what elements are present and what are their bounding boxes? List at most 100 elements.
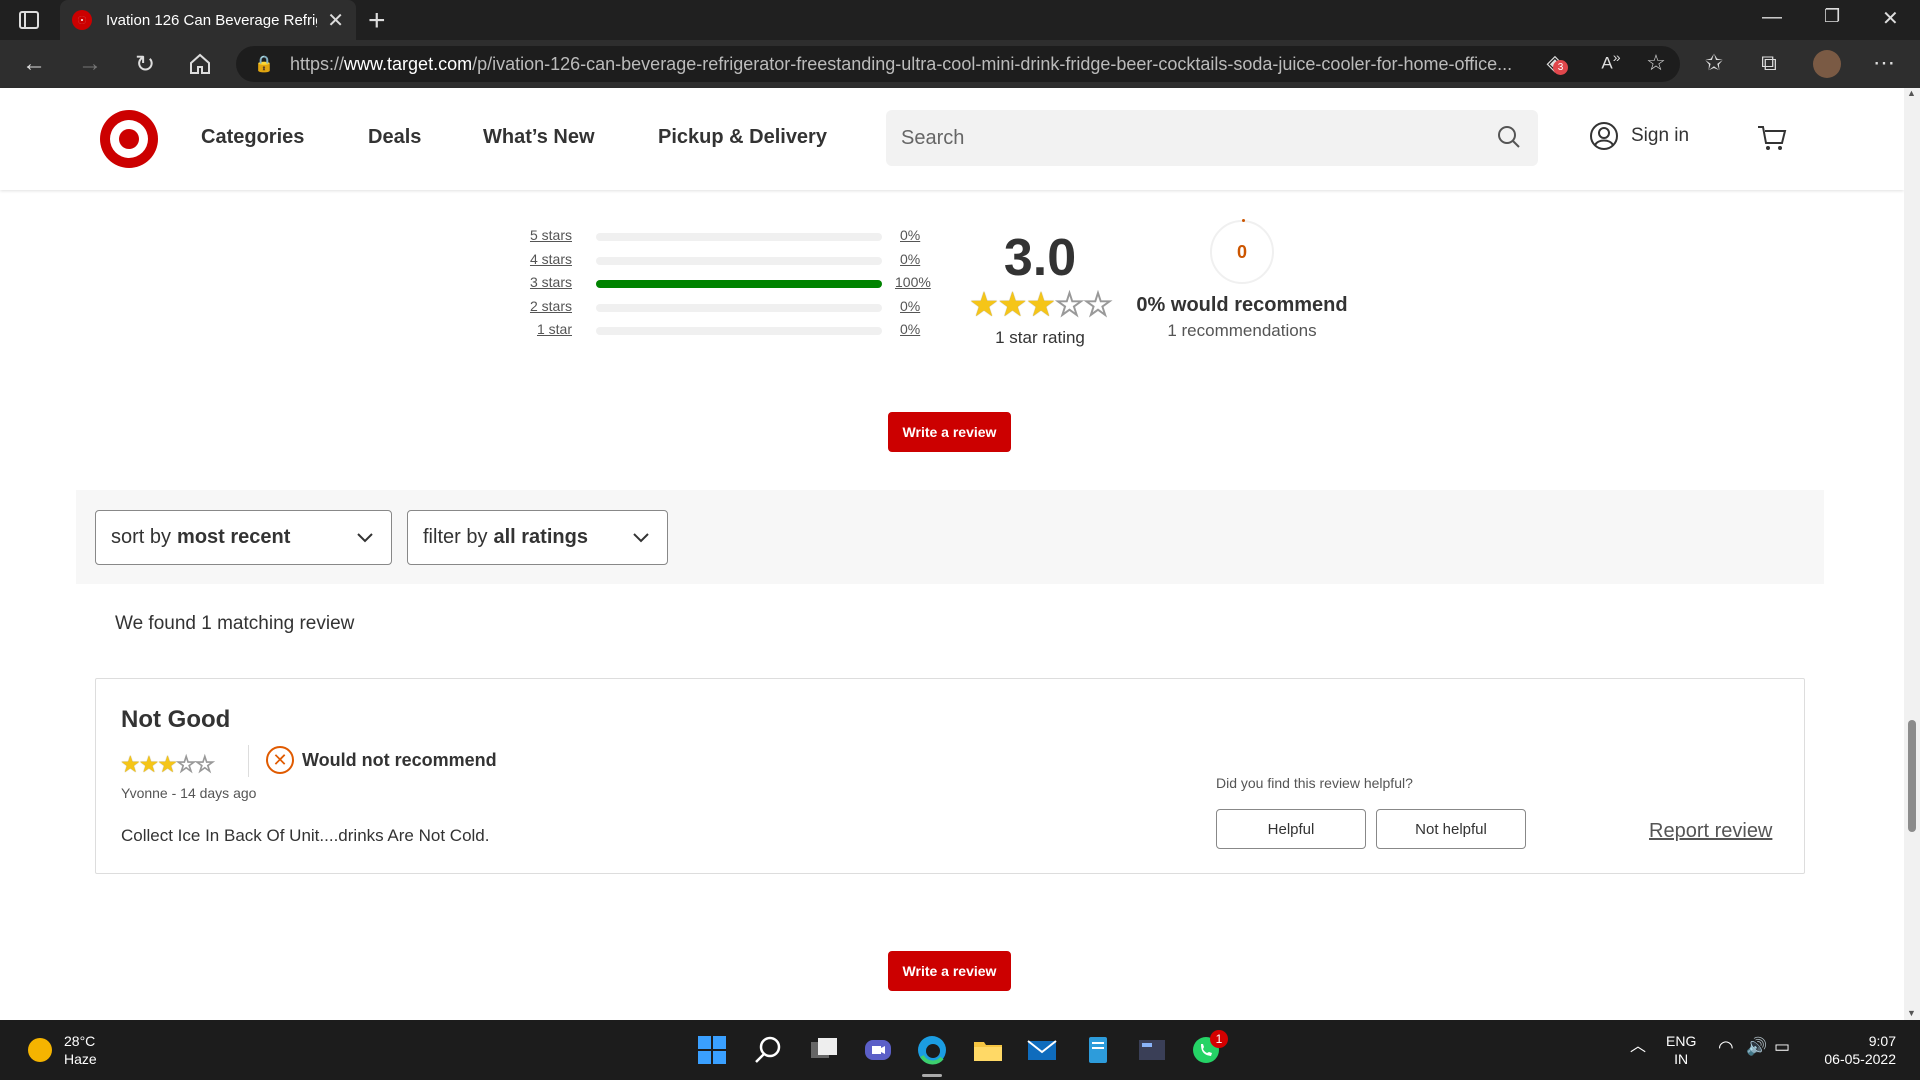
average-stars-icon: ★★★☆☆ bbox=[960, 288, 1120, 323]
filter-value: all ratings bbox=[493, 526, 588, 548]
nav-whats-new[interactable]: What’s New bbox=[483, 126, 595, 149]
start-icon[interactable] bbox=[696, 1034, 728, 1066]
sign-in-link[interactable]: Sign in bbox=[1589, 121, 1689, 151]
histogram-bar bbox=[596, 327, 882, 335]
address-bar[interactable]: 🔒 https://www.target.com/p/ivation-126-c… bbox=[236, 46, 1680, 82]
site-header: Categories Deals What’s New Pickup & Del… bbox=[0, 88, 1904, 190]
helpful-button[interactable]: Helpful bbox=[1216, 809, 1366, 849]
search-placeholder: Search bbox=[901, 126, 965, 149]
favorites-icon[interactable]: ✩ bbox=[1699, 50, 1729, 76]
average-rating: 3.0 ★★★☆☆ 1 star rating bbox=[960, 228, 1120, 348]
close-tab-icon[interactable]: ✕ bbox=[327, 8, 344, 33]
star-filled-icon: ★ bbox=[157, 751, 178, 777]
filter-bar: sort by most recent filter by all ratings bbox=[76, 490, 1824, 584]
review-body: Collect Ice In Back Of Unit....drinks Ar… bbox=[121, 826, 490, 845]
review-stars-icon: ★★★☆☆ bbox=[120, 751, 216, 778]
taskbar-search-icon[interactable] bbox=[752, 1034, 784, 1066]
histogram-row[interactable]: 5 stars 0% bbox=[520, 227, 950, 251]
task-view-icon[interactable] bbox=[808, 1034, 840, 1066]
forward-icon[interactable]: → bbox=[76, 50, 104, 78]
histogram-row[interactable]: 1 star 0% bbox=[520, 321, 950, 345]
histogram-bar bbox=[596, 303, 882, 312]
browser-toolbar: ← → ↻ 🔒 https://www.target.com/p/ivation… bbox=[0, 40, 1920, 88]
histogram-percent[interactable]: 0% bbox=[900, 251, 920, 267]
sort-select[interactable]: sort by most recent bbox=[95, 510, 392, 565]
histogram-label[interactable]: 1 star bbox=[520, 321, 572, 337]
histogram-row[interactable]: 4 stars 0% bbox=[520, 251, 950, 275]
read-aloud-icon[interactable]: A» bbox=[1596, 50, 1626, 74]
mail-icon[interactable] bbox=[1026, 1034, 1058, 1066]
target-logo[interactable] bbox=[100, 110, 158, 168]
recommend-count: 0 bbox=[1236, 241, 1247, 262]
histogram-label[interactable]: 3 stars bbox=[520, 274, 572, 290]
histogram-percent[interactable]: 0% bbox=[900, 227, 920, 243]
chevron-down-icon bbox=[633, 533, 649, 543]
cart-icon[interactable] bbox=[1757, 124, 1787, 152]
target-favicon-icon bbox=[72, 10, 92, 30]
review-title: Not Good bbox=[121, 706, 231, 733]
histogram-label[interactable]: 5 stars bbox=[520, 227, 572, 243]
whatsapp-badge: 1 bbox=[1210, 1030, 1228, 1048]
nav-pickup-delivery[interactable]: Pickup & Delivery bbox=[658, 126, 827, 149]
restore-icon[interactable]: ❐ bbox=[1824, 6, 1840, 27]
histogram-percent[interactable]: 0% bbox=[900, 321, 920, 337]
language-indicator[interactable]: ENG IN bbox=[1666, 1032, 1696, 1068]
histogram-bar bbox=[596, 256, 882, 265]
clock[interactable]: 9:07 06-05-2022 bbox=[1816, 1032, 1896, 1068]
nav-categories[interactable]: Categories bbox=[201, 126, 304, 149]
scroll-down-icon[interactable]: ▼ bbox=[1907, 1008, 1916, 1018]
sort-prefix: sort by bbox=[111, 526, 172, 548]
add-favorite-icon[interactable]: ☆ bbox=[1641, 50, 1671, 76]
star-empty-icon: ☆ bbox=[194, 751, 216, 778]
histogram-row[interactable]: 2 stars 0% bbox=[520, 298, 950, 322]
volume-icon[interactable]: 🔊 bbox=[1746, 1038, 1767, 1056]
not-helpful-button[interactable]: Not helpful bbox=[1376, 809, 1526, 849]
histogram-label[interactable]: 4 stars bbox=[520, 251, 572, 267]
chevron-down-icon bbox=[357, 533, 373, 543]
report-review-link[interactable]: Report review bbox=[1649, 820, 1772, 843]
close-window-icon[interactable]: ✕ bbox=[1882, 6, 1899, 31]
search-icon[interactable] bbox=[1496, 124, 1522, 150]
back-icon[interactable]: ← bbox=[20, 50, 48, 78]
app-window-icon[interactable] bbox=[1136, 1034, 1168, 1066]
page-scrollbar[interactable]: ▲ ▼ bbox=[1904, 88, 1920, 1020]
not-recommend-label: Would not recommend bbox=[302, 749, 497, 770]
nav-deals[interactable]: Deals bbox=[368, 126, 421, 149]
url-path: /p/ivation-126-can-beverage-refrigerator… bbox=[472, 53, 1513, 74]
tab-actions-icon[interactable] bbox=[18, 10, 40, 30]
write-review-button[interactable]: Write a review bbox=[888, 412, 1011, 452]
notepad-icon[interactable] bbox=[1082, 1034, 1114, 1066]
extension-badge: 3 bbox=[1553, 60, 1568, 75]
browser-tab[interactable]: Ivation 126 Can Beverage Refrige ✕ bbox=[60, 0, 356, 40]
scroll-up-icon[interactable]: ▲ bbox=[1907, 88, 1916, 98]
weather-temp: 28°C bbox=[64, 1033, 96, 1049]
url-host: www.target.com bbox=[344, 53, 473, 74]
tray-overflow-icon[interactable]: ︿ bbox=[1630, 1038, 1646, 1056]
histogram-percent[interactable]: 100% bbox=[895, 274, 931, 290]
browser-tab-bar: Ivation 126 Can Beverage Refrige ✕ + — ❐… bbox=[0, 0, 1920, 40]
edge-icon[interactable] bbox=[916, 1034, 948, 1066]
search-input[interactable]: Search bbox=[886, 110, 1538, 166]
weather-widget[interactable]: 28°C Haze bbox=[28, 1032, 97, 1068]
refresh-icon[interactable]: ↻ bbox=[131, 50, 159, 79]
new-tab-icon[interactable]: + bbox=[368, 4, 386, 38]
more-menu-icon[interactable]: ⋯ bbox=[1869, 50, 1899, 76]
histogram-label[interactable]: 2 stars bbox=[520, 298, 572, 314]
home-icon[interactable] bbox=[188, 52, 212, 76]
profile-avatar[interactable] bbox=[1813, 50, 1841, 78]
results-count: We found 1 matching review bbox=[115, 613, 355, 634]
write-review-button-bottom[interactable]: Write a review bbox=[888, 951, 1011, 991]
minimize-icon[interactable]: — bbox=[1762, 6, 1782, 29]
scrollbar-thumb[interactable] bbox=[1908, 720, 1916, 832]
review-card: Not Good ★★★☆☆ ✕ Would not recommend Yvo… bbox=[95, 678, 1805, 874]
file-explorer-icon[interactable] bbox=[972, 1034, 1004, 1066]
collections-icon[interactable]: ⧉ bbox=[1754, 50, 1784, 76]
histogram-percent[interactable]: 0% bbox=[900, 298, 920, 314]
ratings-histogram: 5 stars 0% 4 stars 0% 3 stars 100% 2 sta… bbox=[520, 227, 950, 345]
histogram-row[interactable]: 3 stars 100% bbox=[520, 274, 950, 298]
average-rating-value: 3.0 bbox=[1003, 229, 1077, 287]
teams-chat-icon[interactable] bbox=[862, 1034, 894, 1066]
battery-icon[interactable]: ▭ bbox=[1774, 1038, 1790, 1056]
wifi-icon[interactable]: ◠ bbox=[1718, 1038, 1734, 1056]
filter-select[interactable]: filter by all ratings bbox=[407, 510, 668, 565]
